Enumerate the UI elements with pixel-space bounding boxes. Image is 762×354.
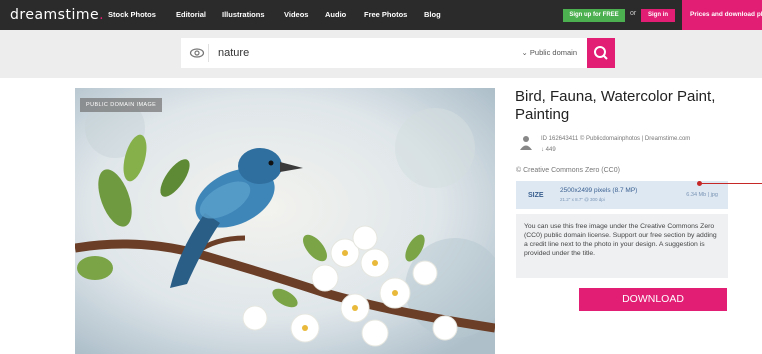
size-option[interactable]: SIZE 2500x2499 pixels (8.7 MP) 21.2" x 8… xyxy=(516,181,728,209)
nav-editorial[interactable]: Editorial xyxy=(176,10,206,19)
download-button[interactable]: DOWNLOAD xyxy=(579,288,727,311)
search-divider xyxy=(208,44,209,62)
nav-stock-photos[interactable]: Stock Photos xyxy=(108,10,156,19)
callout-line xyxy=(700,183,762,184)
filter-dropdown[interactable]: ⌄ Public domain xyxy=(522,48,577,57)
nav-audio[interactable]: Audio xyxy=(325,10,346,19)
bird-watercolor-image xyxy=(75,88,495,354)
top-nav-bar: dreamstime. Stock Photos Editorial Illus… xyxy=(0,0,762,30)
nav-free-photos[interactable]: Free Photos xyxy=(364,10,407,19)
user-icon xyxy=(520,136,532,150)
image-title: Bird, Fauna, Watercolor Paint, Painting xyxy=(515,88,716,123)
dreamstime-logo[interactable]: dreamstime. xyxy=(10,7,104,23)
nav-videos[interactable]: Videos xyxy=(284,10,308,19)
chevron-down-icon: ⌄ xyxy=(521,48,530,57)
license-info-box: You can use this free image under the Cr… xyxy=(516,214,728,278)
search-icon xyxy=(594,46,608,60)
image-meta: ID 162643411 © Publicdomainphotos | Drea… xyxy=(541,134,690,156)
signin-button[interactable]: Sign in xyxy=(641,9,675,22)
logo-dot: . xyxy=(99,7,105,23)
size-dimensions: 2500x2499 pixels (8.7 MP) xyxy=(560,187,638,194)
search-input[interactable]: nature ⌄ Public domain xyxy=(181,38,587,68)
license-line: © Creative Commons Zero (CC0) xyxy=(516,167,620,174)
nav-blog[interactable]: Blog xyxy=(424,10,441,19)
image-id-line: ID 162643411 © Publicdomainphotos | Drea… xyxy=(541,136,691,142)
license-text: Creative Commons Zero (CC0) xyxy=(523,167,620,174)
signup-button[interactable]: Sign up for FREE xyxy=(563,9,625,22)
download-count: ↓ 449 xyxy=(541,145,690,156)
or-text: or xyxy=(630,10,637,17)
eye-icon[interactable] xyxy=(189,46,205,60)
filter-label: Public domain xyxy=(529,48,577,57)
license-info-text: You can use this free image under the Cr… xyxy=(524,223,717,257)
public-domain-badge: PUBLIC DOMAIN IMAGE xyxy=(80,98,163,112)
size-file-info: 6.34 Mb | jpg xyxy=(686,192,718,198)
size-print-info: 21.2" x 8.7" @ 300 dpi xyxy=(560,197,605,202)
main-photo[interactable]: PUBLIC DOMAIN IMAGE xyxy=(75,88,495,354)
search-query[interactable]: nature xyxy=(218,47,249,59)
logo-text: dreamstime xyxy=(10,7,100,23)
search-button[interactable] xyxy=(587,38,615,68)
size-label: SIZE xyxy=(528,192,544,199)
pricing-button[interactable]: Prices and download plans xyxy=(682,0,762,30)
download-count-value: 449 xyxy=(545,147,556,153)
nav-illustrations[interactable]: Illustrations xyxy=(222,10,265,19)
